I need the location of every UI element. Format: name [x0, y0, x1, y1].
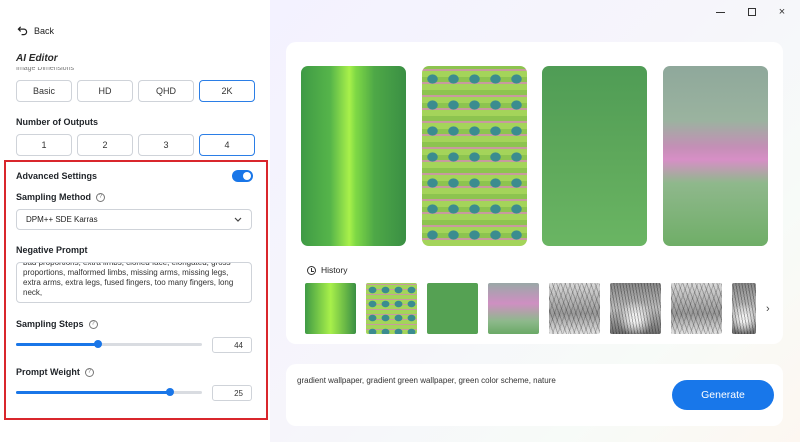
sampling-steps-text: Sampling Steps	[16, 319, 84, 329]
negative-prompt-label: Negative Prompt	[16, 245, 88, 255]
prompt-weight-slider[interactable]	[16, 388, 202, 396]
outputs-3-button[interactable]: 3	[138, 134, 194, 156]
image-dimensions-label: Image Dimensions	[16, 67, 74, 72]
history-thumbnail[interactable]	[427, 283, 478, 334]
sampling-steps-thumb[interactable]	[93, 340, 102, 348]
back-button[interactable]: Back	[17, 25, 54, 36]
resolution-selector: Basic HD QHD 2K	[16, 80, 255, 102]
history-thumbnail[interactable]	[671, 283, 722, 334]
history-thumbnail[interactable]	[549, 283, 600, 334]
result-image-2[interactable]	[422, 66, 527, 246]
outputs-selector: 1 2 3 4	[16, 134, 255, 156]
history-header: History	[307, 265, 347, 275]
back-arrow-icon	[17, 26, 28, 36]
chevron-right-icon[interactable]: ›	[766, 303, 770, 315]
prompt-weight-fill	[16, 391, 171, 394]
generate-button[interactable]: Generate	[672, 380, 774, 410]
history-thumbnail[interactable]	[610, 283, 661, 334]
resolution-basic-button[interactable]: Basic	[16, 80, 72, 102]
outputs-2-button[interactable]: 2	[77, 134, 133, 156]
history-thumbnail[interactable]	[305, 283, 356, 334]
chevron-down-icon	[234, 217, 242, 222]
maximize-button[interactable]	[746, 6, 758, 18]
history-thumbnail[interactable]	[366, 283, 417, 334]
negative-prompt-input[interactable]: bad proportions, extra limbs, cloned fac…	[16, 262, 252, 303]
sampling-method-text: Sampling Method	[16, 192, 91, 202]
history-label: History	[321, 265, 348, 275]
outputs-1-button[interactable]: 1	[16, 134, 72, 156]
sampling-steps-fill	[16, 343, 98, 346]
outputs-4-button[interactable]: 4	[199, 134, 255, 156]
sampling-method-select[interactable]: DPM++ SDE Karras	[16, 209, 252, 230]
advanced-settings-label: Advanced Settings	[16, 171, 98, 181]
resolution-qhd-button[interactable]: QHD	[138, 80, 194, 102]
result-image-1[interactable]	[301, 66, 406, 246]
outputs-label: Number of Outputs	[16, 117, 98, 127]
help-icon[interactable]: ?	[96, 193, 105, 203]
page-title: AI Editor	[16, 53, 58, 64]
sampling-method-value: DPM++ SDE Karras	[26, 215, 98, 224]
negative-prompt-text: bad proportions, extra limbs, cloned fac…	[23, 262, 234, 297]
sampling-steps-slider[interactable]	[16, 340, 202, 348]
help-icon[interactable]: ?	[88, 320, 98, 330]
prompt-weight-text: Prompt Weight	[16, 367, 80, 377]
advanced-settings-toggle[interactable]	[232, 170, 253, 182]
minimize-button[interactable]	[716, 6, 728, 18]
sampling-method-label: Sampling Method?	[16, 192, 105, 203]
back-label: Back	[34, 25, 55, 36]
close-button[interactable]: ×	[776, 6, 788, 18]
prompt-weight-value[interactable]: 25	[212, 385, 252, 401]
minimize-icon	[716, 12, 725, 13]
prompt-input[interactable]: gradient wallpaper, gradient green wallp…	[297, 376, 556, 385]
history-thumbnail[interactable]	[732, 283, 756, 334]
sampling-steps-label: Sampling Steps?	[16, 319, 98, 330]
result-image-3[interactable]	[542, 66, 647, 246]
history-thumbnail[interactable]	[488, 283, 539, 334]
result-image-4[interactable]	[663, 66, 768, 246]
help-icon[interactable]: ?	[84, 368, 94, 378]
resolution-hd-button[interactable]: HD	[77, 80, 133, 102]
maximize-icon	[748, 8, 756, 16]
resolution-2k-button[interactable]: 2K	[199, 80, 255, 102]
clock-icon	[307, 265, 316, 275]
sampling-steps-value[interactable]: 44	[212, 337, 252, 353]
prompt-weight-label: Prompt Weight?	[16, 367, 94, 378]
window-controls: ×	[716, 6, 788, 18]
